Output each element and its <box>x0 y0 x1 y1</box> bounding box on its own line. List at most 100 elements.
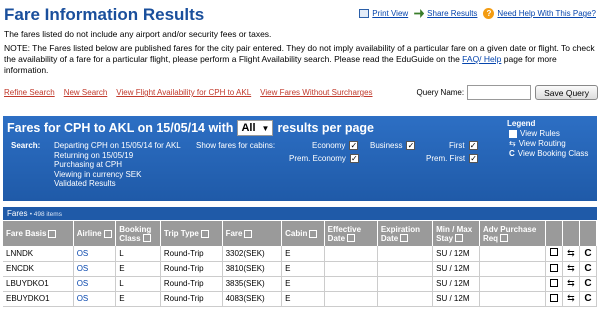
airline-cell[interactable]: OS <box>73 261 117 277</box>
booking-class-icon-cell[interactable]: C <box>579 246 598 262</box>
cabin-prem-economy[interactable]: Prem. Economy ✓ <box>289 154 359 163</box>
effective-date-cell <box>324 246 378 262</box>
booking-class-icon-cell[interactable]: C <box>579 291 598 307</box>
rules-icon[interactable] <box>549 278 558 287</box>
rules-icon[interactable] <box>549 248 558 257</box>
cabin-business-checkbox[interactable]: ✓ <box>406 141 416 150</box>
rules-cell[interactable] <box>545 246 563 262</box>
cabin-business[interactable]: Business ✓ <box>370 141 416 150</box>
routing-icon[interactable]: ⇆ <box>567 293 575 303</box>
legend-rules: View Rules <box>507 129 588 139</box>
col-fare-basis[interactable]: Fare Basis <box>3 221 74 246</box>
booking-class-icon-cell[interactable]: C <box>579 276 598 292</box>
routing-cell[interactable]: ⇆ <box>562 246 580 262</box>
sort-icon[interactable] <box>244 229 253 238</box>
share-results-link[interactable]: Share Results <box>414 9 477 18</box>
fares-label: Fares <box>7 209 28 218</box>
booking-class-icon-cell[interactable]: C <box>579 261 598 277</box>
col-cabin[interactable]: Cabin <box>281 221 325 246</box>
booking-class-cell: E <box>115 261 161 277</box>
print-view-label[interactable]: Print View <box>372 9 408 18</box>
rules-cell[interactable] <box>545 261 563 277</box>
sort-icon[interactable] <box>142 234 151 243</box>
legend-booking: C View Booking Class <box>507 149 588 159</box>
cabin-first-label: First <box>449 141 465 150</box>
booking-class-icon[interactable]: C <box>584 293 591 304</box>
booking-class-icon[interactable]: C <box>584 278 591 289</box>
save-query-button[interactable]: Save Query <box>535 85 598 100</box>
refine-search-link[interactable]: Refine Search <box>4 88 55 97</box>
col-adv-purchase[interactable]: Adv Purchase Req <box>479 221 546 246</box>
routing-icon[interactable]: ⇆ <box>567 278 575 288</box>
trip-type-cell: Round-Trip <box>160 246 223 262</box>
col-airline[interactable]: Airline <box>73 221 117 246</box>
routing-cell[interactable]: ⇆ <box>562 261 580 277</box>
new-search-link[interactable]: New Search <box>64 88 108 97</box>
col-min-max-stay[interactable]: Min / Max Stay <box>432 221 480 246</box>
print-view-link[interactable]: Print View <box>359 9 408 18</box>
rules-icon[interactable] <box>549 263 558 272</box>
sort-icon[interactable] <box>103 229 112 238</box>
airline-cell[interactable]: OS <box>73 246 117 262</box>
search-label: Search: <box>11 141 41 150</box>
col-effective-date[interactable]: Effective Date <box>324 221 378 246</box>
fares-without-surcharges-link[interactable]: View Fares Without Surcharges <box>260 88 372 97</box>
availability-note: NOTE: The Fares listed below are publish… <box>4 43 598 76</box>
col-routing-icon <box>562 221 580 246</box>
help-link[interactable]: ? Need Help With This Page? <box>483 8 596 19</box>
col-trip-type[interactable]: Trip Type <box>160 221 223 246</box>
results-panel: Fares for CPH to AKL on 15/05/14 with Al… <box>3 116 597 201</box>
booking-class-icon[interactable]: C <box>584 248 591 259</box>
share-results-label[interactable]: Share Results <box>427 9 477 18</box>
routing-icon[interactable]: ⇆ <box>567 248 575 258</box>
routing-icon[interactable]: ⇆ <box>567 263 575 273</box>
stay-cell: SU / 12M <box>432 276 480 292</box>
booking-class-icon[interactable]: C <box>584 263 591 274</box>
cabin-prem-first-checkbox[interactable]: ✓ <box>469 154 479 163</box>
expiration-date-cell <box>377 276 434 292</box>
expiration-date-cell <box>377 291 434 307</box>
search-line: Departing CPH on 15/05/14 for AKL <box>54 141 181 150</box>
help-label[interactable]: Need Help With This Page? <box>497 9 596 18</box>
cabin-prem-first[interactable]: Prem. First ✓ <box>426 154 479 163</box>
sort-icon[interactable] <box>200 229 209 238</box>
table-row: LNNDK OS L Round-Trip 3302(SEK) E SU / 12M ⇆ C <box>3 246 598 262</box>
results-per-page-select[interactable]: All ▼ <box>237 120 274 136</box>
fare-basis-cell: ENCDK <box>3 261 74 277</box>
cabin-prem-first-label: Prem. First <box>426 154 466 163</box>
table-row: EBUYDKO1 OS E Round-Trip 4083(SEK) E SU / 12M ⇆… <box>3 291 598 307</box>
faq-help-link[interactable]: FAQ/ Help <box>462 54 501 64</box>
sort-icon[interactable] <box>400 234 409 243</box>
booking-class-cell: L <box>115 246 161 262</box>
query-name-input[interactable] <box>467 85 532 100</box>
flight-availability-link[interactable]: View Flight Availability for CPH to AKL <box>116 88 251 97</box>
legend-booking-label: View Booking Class <box>517 149 589 158</box>
routing-cell[interactable]: ⇆ <box>562 291 580 307</box>
sort-icon[interactable] <box>309 229 318 238</box>
sort-icon[interactable] <box>48 229 57 238</box>
col-rules-icon <box>545 221 563 246</box>
fare-basis-cell: LBUYDKO1 <box>3 276 74 292</box>
col-booking-class[interactable]: Booking Class <box>115 221 161 246</box>
cabin-first[interactable]: First ✓ <box>449 141 478 150</box>
cabin-economy-checkbox[interactable]: ✓ <box>349 141 359 150</box>
col-expiration-date[interactable]: Expiration Date <box>377 221 434 246</box>
col-fare[interactable]: Fare <box>222 221 283 246</box>
rules-cell[interactable] <box>545 276 563 292</box>
cabins-label: Show fares for cabins: <box>196 141 276 150</box>
routing-cell[interactable]: ⇆ <box>562 276 580 292</box>
cabin-economy[interactable]: Economy ✓ <box>312 141 359 150</box>
sort-icon[interactable] <box>500 234 509 243</box>
airline-cell[interactable]: OS <box>73 276 117 292</box>
effective-date-cell <box>324 261 378 277</box>
adv-purchase-cell <box>479 261 546 277</box>
sort-icon[interactable] <box>347 234 356 243</box>
cabin-first-checkbox[interactable]: ✓ <box>468 141 478 150</box>
legend-title: Legend <box>507 119 536 128</box>
sort-icon[interactable] <box>455 234 464 243</box>
rules-cell[interactable] <box>545 291 563 307</box>
fare-cell: 3810(SEK) <box>222 261 283 277</box>
cabin-prem-economy-checkbox[interactable]: ✓ <box>349 154 359 163</box>
rules-icon[interactable] <box>549 293 558 302</box>
airline-cell[interactable]: OS <box>73 291 117 307</box>
